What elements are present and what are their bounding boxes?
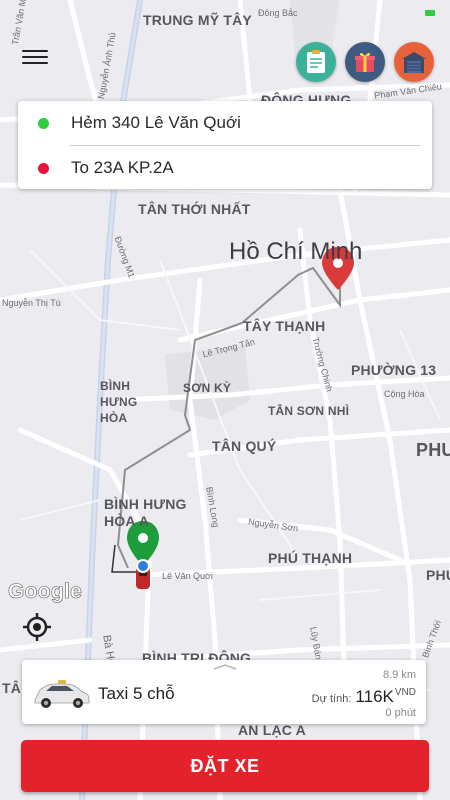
map-label-tan-quy: TÂN QUÝ	[212, 438, 277, 454]
price-estimate: Dự tính: 116K VND	[312, 687, 416, 707]
pickup-address: Hẻm 340 Lê Văn Quới	[71, 113, 241, 132]
dropoff-dot-icon	[38, 162, 49, 174]
map-label-le-van-quoi: Lê Văn Quới	[162, 571, 213, 581]
dropoff-address-row[interactable]: To 23A KP.2A	[18, 146, 432, 190]
map-label-binh-hung-hoa-a: BÌNH HƯNG HÒA A	[104, 496, 187, 529]
map-label-binh-hung-hoa: BÌNH HƯNG HÒA	[100, 379, 138, 425]
map-label-tan-son-nhi: TÂN SƠN NHÌ	[268, 404, 350, 418]
gift-button[interactable]	[345, 42, 385, 82]
garage-button[interactable]	[394, 42, 434, 82]
map-label-tan-thoi-nhat: TÂN THỚI NHẤT	[138, 201, 251, 217]
map-label-nguyen-thi-tu: Nguyễn Thị Tú	[2, 298, 61, 308]
garage-icon	[402, 52, 426, 73]
trip-duration: 0 phút	[385, 707, 416, 719]
price-currency: VND	[394, 687, 416, 698]
hamburger-icon	[22, 50, 48, 52]
map-label-phu-thanh: PHÚ THẠNH	[268, 550, 353, 566]
clipboard-icon	[307, 50, 325, 73]
map-label-dong-bac: Đông Bắc	[258, 8, 298, 18]
taxi-car-icon	[34, 680, 90, 708]
dropoff-address: To 23A KP.2A	[71, 158, 174, 177]
map-label-cong-hoa: Cộng Hòa	[384, 389, 425, 399]
google-logo: Google	[8, 580, 83, 604]
crosshair-icon	[23, 613, 51, 641]
map-label-son-ky: SƠN KỲ	[183, 381, 232, 395]
expand-handle-icon[interactable]	[200, 660, 250, 672]
map-label-phu: PHU	[416, 440, 450, 460]
notes-button[interactable]	[296, 42, 336, 82]
address-card: Hẻm 340 Lê Văn Quới To 23A KP.2A	[18, 101, 432, 189]
map-label-trung-my-tay: TRUNG MỸ TÂY	[143, 12, 252, 28]
map-label-tay-thanh: TÂY THẠNH	[243, 318, 326, 334]
trip-distance: 8.9 km	[382, 669, 416, 681]
pickup-dot-icon	[38, 117, 49, 129]
price-label: Dự tính:	[311, 693, 352, 705]
map-label-ho-chi-minh: Hồ Chí Minh	[229, 238, 363, 265]
book-ride-button[interactable]: ĐẶT XE	[21, 740, 429, 792]
map-label-ta-left: TÂ	[2, 680, 22, 696]
vehicle-name: Taxi 5 chỗ	[98, 684, 175, 703]
map-label-an-lac-a: AN LẠC A	[238, 722, 306, 738]
menu-button[interactable]	[20, 46, 50, 70]
gift-icon	[355, 52, 375, 72]
map-label-phuong-13: PHƯỜNG 13	[351, 362, 437, 378]
pickup-address-row[interactable]: Hẻm 340 Lê Văn Quới	[18, 101, 432, 145]
map-label-phu-right: PHU	[426, 567, 450, 583]
my-location-button[interactable]	[22, 612, 52, 642]
price-value: 116K	[355, 687, 394, 706]
top-action-icons	[296, 42, 434, 82]
